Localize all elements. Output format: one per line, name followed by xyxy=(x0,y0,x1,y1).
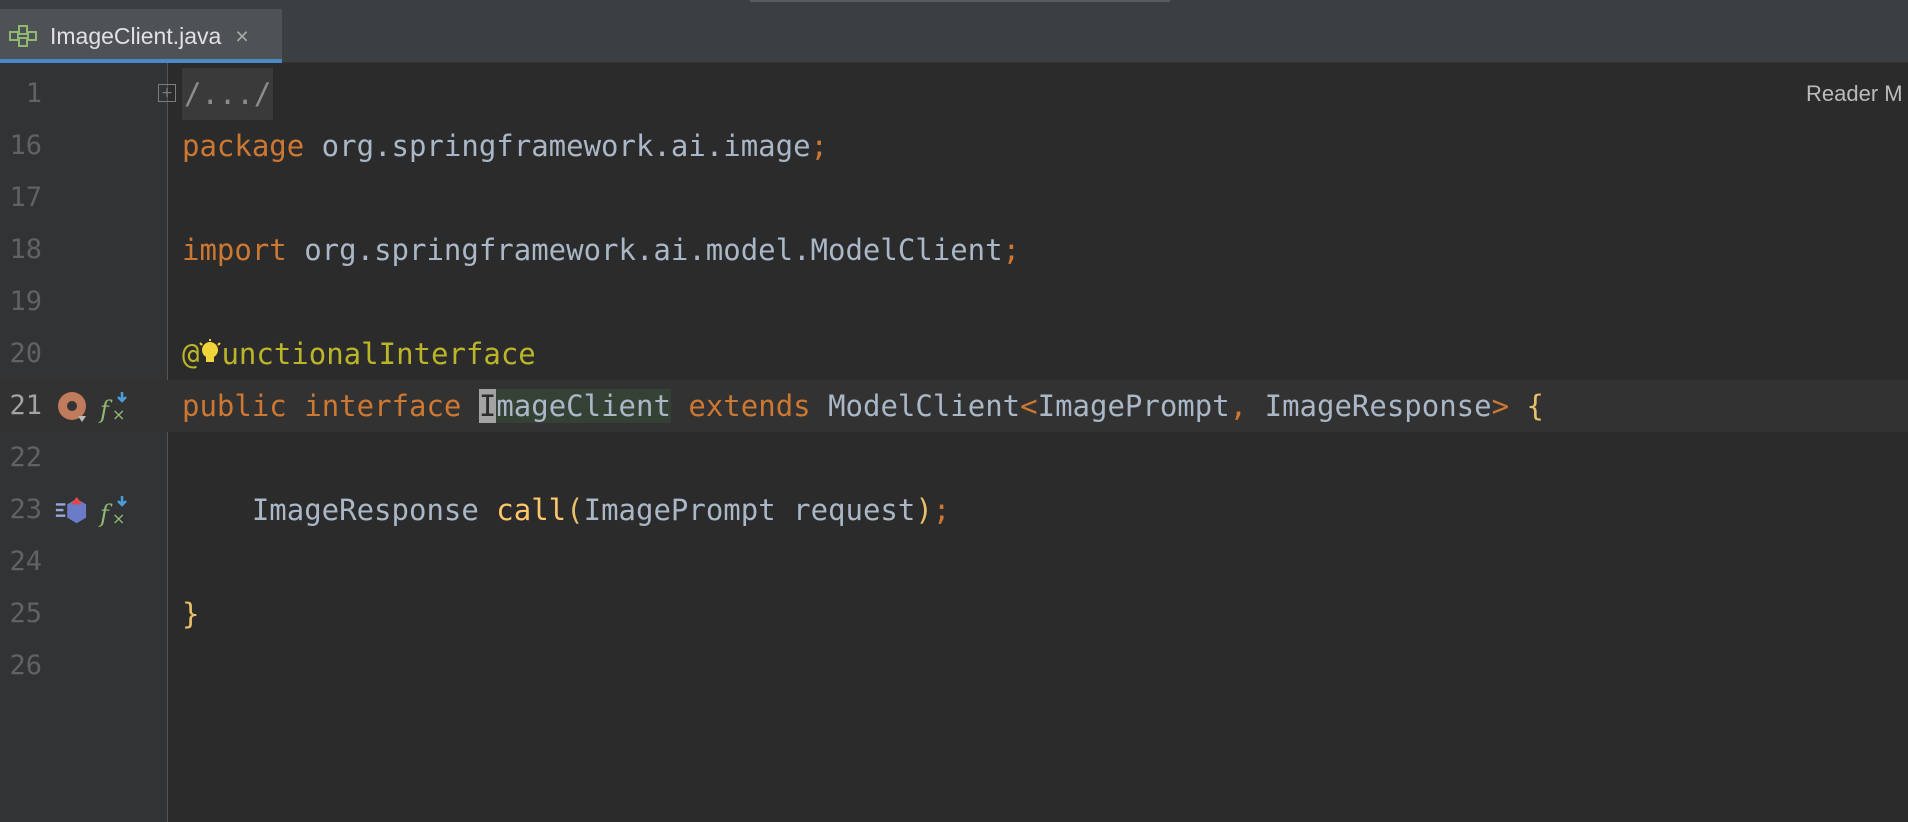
implemented-icon[interactable] xyxy=(56,390,90,424)
brace: { xyxy=(1526,389,1544,423)
method-name: call xyxy=(496,493,567,527)
keyword: public xyxy=(182,389,287,423)
editor-tab-bar: ImageClient.java × xyxy=(0,9,1908,63)
code-line: 20 @ unctionalInterface xyxy=(0,328,1908,380)
interface-file-icon xyxy=(9,25,37,47)
semicolon: ; xyxy=(1002,233,1021,267)
close-tab-icon[interactable]: × xyxy=(235,23,248,50)
line-number: 20 xyxy=(9,338,42,369)
annotation-at: @ xyxy=(182,337,200,371)
code-line: 19 xyxy=(0,276,1908,328)
semicolon: ; xyxy=(932,493,951,527)
semicolon: ; xyxy=(810,129,829,163)
angle-bracket: < xyxy=(1020,389,1038,423)
svg-text:×: × xyxy=(112,509,125,528)
code-line: 25 } xyxy=(0,588,1908,640)
folded-region[interactable]: /.../ xyxy=(182,68,274,120)
window-drag-handle[interactable] xyxy=(750,0,1170,2)
tab-imageclient-java[interactable]: ImageClient.java × xyxy=(0,9,282,63)
code-line: 23 f × ImageResponse call(ImagePrompt re… xyxy=(0,484,1908,536)
type-name: ImagePrompt xyxy=(583,493,776,527)
line-number: 23 xyxy=(9,494,42,525)
keyword: package xyxy=(182,129,305,163)
brace: } xyxy=(182,597,200,631)
line-number: 16 xyxy=(9,130,42,161)
code-line: 16 package org.springframework.ai.image; xyxy=(0,120,1908,172)
paren: ) xyxy=(915,493,933,527)
interface-name[interactable]: ImageClient xyxy=(478,389,671,423)
line-number: 17 xyxy=(9,182,42,213)
code-editor[interactable]: 1 + /.../ Reader M 16 package org.spring… xyxy=(0,63,1908,822)
code-line: 1 + /.../ Reader M xyxy=(0,68,1908,120)
text-cursor: I xyxy=(478,389,497,423)
type-name: ImagePrompt xyxy=(1037,389,1230,423)
line-number: 21 xyxy=(9,390,42,421)
code-line: 17 xyxy=(0,172,1908,224)
keyword: extends xyxy=(688,389,811,423)
svg-text:f: f xyxy=(98,500,113,528)
code-line: 18 import org.springframework.ai.model.M… xyxy=(0,224,1908,276)
code-line: 26 xyxy=(0,640,1908,692)
tab-label: ImageClient.java xyxy=(50,22,222,49)
keyword: interface xyxy=(304,389,462,423)
code-line: 24 xyxy=(0,536,1908,588)
function-icon[interactable]: f × xyxy=(98,494,132,528)
import-path: org.springframework.ai.model.ModelClient xyxy=(286,233,1003,267)
line-number: 25 xyxy=(9,598,42,629)
svg-text:f: f xyxy=(98,396,113,424)
paren: ( xyxy=(566,493,584,527)
line-number: 19 xyxy=(9,286,42,317)
keyword: import xyxy=(182,233,287,267)
type-name: ImageResponse xyxy=(251,493,479,527)
lightbulb-icon[interactable] xyxy=(199,339,222,367)
code-line: 21 f × public interface ImageClient exte… xyxy=(0,380,1908,432)
line-number: 18 xyxy=(9,234,42,265)
svg-text:×: × xyxy=(112,405,125,424)
code-line: 22 xyxy=(0,432,1908,484)
line-number: 24 xyxy=(9,546,42,577)
line-number: 22 xyxy=(9,442,42,473)
package-name: org.springframework.ai.image xyxy=(304,129,811,163)
line-number: 1 xyxy=(25,78,42,109)
implementations-method-icon[interactable] xyxy=(54,494,88,528)
comma: , xyxy=(1229,389,1248,423)
line-number: 26 xyxy=(9,650,42,681)
angle-bracket: > xyxy=(1491,389,1510,423)
function-icon[interactable]: f × xyxy=(98,390,132,424)
annotation-name: unctionalInterface xyxy=(221,337,536,371)
type-name: ModelClient xyxy=(828,389,1021,423)
type-name: ImageResponse xyxy=(1264,389,1492,423)
plus-fold-icon[interactable]: + xyxy=(158,84,176,102)
parameter-name: request xyxy=(775,493,916,527)
reader-mode-button[interactable]: Reader M xyxy=(1806,68,1903,120)
